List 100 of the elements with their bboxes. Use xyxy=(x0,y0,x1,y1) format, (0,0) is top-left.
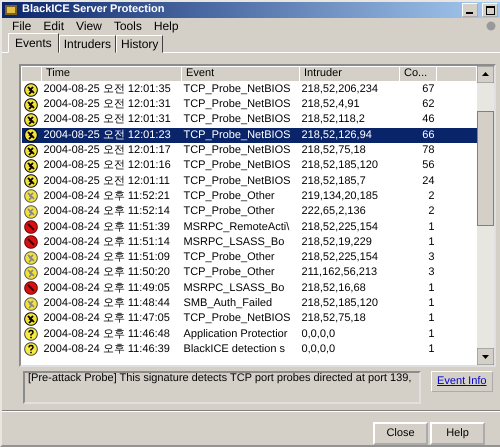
event-cell-text: TCP_Probe_Other xyxy=(182,188,276,204)
time-cell-text: 2004-08-25 오전 12:01:16 xyxy=(42,158,172,174)
count-cell-text: 1 xyxy=(427,234,436,250)
intruder-cell-text: 218,52,185,7 xyxy=(300,174,367,189)
time-cell-text: 2004-08-24 오후 11:46:39 xyxy=(42,342,171,357)
table-row[interactable]: 2004-08-25 오전 12:01:31 TCP_Probe_NetBIOS 218,52,118,2 46 xyxy=(22,112,476,128)
intruder-cell-text: 0,0,0,0 xyxy=(300,326,336,342)
column-header[interactable]: Event xyxy=(182,66,300,82)
menu-item[interactable]: File xyxy=(6,19,38,34)
table-row[interactable]: 2004-08-24 오후 11:47:05 TCP_Probe_NetBIOS 218,52,75,18 1 xyxy=(22,311,476,326)
time-cell-text: 2004-08-24 오후 11:50:20 xyxy=(42,265,171,280)
table-row[interactable]: 2004-08-25 오전 12:01:11 TCP_Probe_NetBIOS 218,52,185,7 24 xyxy=(22,173,476,189)
column-header[interactable]: Time xyxy=(42,66,182,82)
intruder-cell: 218,52,75,18 xyxy=(300,142,400,158)
event-cell-text: TCP_Probe_NetBIOS xyxy=(182,112,292,128)
app-icon xyxy=(4,3,18,18)
intruder-cell-text: 218,52,185,120 xyxy=(300,158,379,174)
table-row[interactable]: 2004-08-25 오전 12:01:31 TCP_Probe_NetBIOS 218,52,4,91 62 xyxy=(22,97,476,112)
table-row[interactable]: 2004-08-25 오전 12:01:35 TCP_Probe_NetBIOS 218,52,206,234 67 xyxy=(22,82,476,97)
menu-item[interactable]: Edit xyxy=(37,19,70,34)
time-cell-text: 2004-08-24 오후 11:51:14 xyxy=(42,234,171,250)
intruder-cell-text: 218,52,185,120 xyxy=(300,296,379,311)
tab[interactable]: History xyxy=(116,34,164,53)
intruder-cell-text: 222,65,2,136 xyxy=(300,204,367,220)
count-cell-text: 1 xyxy=(427,326,436,342)
count-cell-text: 1 xyxy=(427,296,436,311)
intruder-cell-text: 218,52,206,234 xyxy=(300,82,379,97)
time-cell-text: 2004-08-24 오후 11:52:21 xyxy=(42,188,171,204)
time-cell-text: 2004-08-24 오후 11:52:14 xyxy=(42,204,171,220)
menu-item[interactable]: Tools xyxy=(108,19,148,34)
time-cell-text: 2004-08-24 오후 11:46:48 xyxy=(42,326,171,342)
count-cell-text: 46 xyxy=(421,112,436,128)
intruder-cell-text: 218,52,75,18 xyxy=(300,311,367,326)
count-cell-text: 67 xyxy=(421,82,436,97)
table-row[interactable]: 2004-08-24 오후 11:51:39 MSRPC_RemoteActi\ 218,52,225,154 1 xyxy=(22,219,476,235)
table-row[interactable]: 2004-08-24 오후 11:46:48 Application Protectior 0,0,0,0 1 xyxy=(22,326,476,342)
time-cell: 2004-08-25 오전 12:01:23 xyxy=(42,128,182,143)
table-row[interactable]: 2004-08-24 오후 11:46:39 BlackICE detection s 0,0,0,0 1 xyxy=(22,342,476,358)
event-cell-text: TCP_Probe_Other xyxy=(182,250,276,266)
table-row[interactable]: 2004-08-24 오후 11:49:05 MSRPC_LSASS_Bo 218,52,16,68 1 xyxy=(22,280,476,296)
intruder-cell-text: 218,52,118,2 xyxy=(300,112,366,128)
count-cell-text: 1 xyxy=(427,220,436,235)
event-cell-text: TCP_Probe_NetBIOS xyxy=(182,82,292,97)
table-row[interactable]: 2004-08-25 오전 12:01:17 TCP_Probe_NetBIOS 218,52,75,18 78 xyxy=(22,142,476,158)
column-header[interactable]: Co... xyxy=(400,66,436,82)
count-cell-text: 24 xyxy=(421,174,436,189)
table-row[interactable]: 2004-08-24 오후 11:52:14 TCP_Probe_Other 222,65,2,136 2 xyxy=(22,204,476,220)
event-cell-text: SMB_Auth_Failed xyxy=(182,296,274,311)
event-cell-text: TCP_Probe_NetBIOS xyxy=(182,158,292,174)
scroll-down-button[interactable] xyxy=(477,348,494,365)
count-cell-text: 2 xyxy=(427,204,436,220)
scroll-up-button[interactable] xyxy=(477,66,494,83)
status-light-icon xyxy=(486,21,496,32)
dialog-button[interactable]: Help xyxy=(430,422,485,445)
event-cell-text: MSRPC_LSASS_Bo xyxy=(182,234,286,250)
intruder-cell-text: 0,0,0,0 xyxy=(300,342,336,357)
time-cell-text: 2004-08-25 오전 12:01:35 xyxy=(42,82,172,97)
tab[interactable]: Intruders xyxy=(58,34,116,53)
tab[interactable]: Events xyxy=(8,32,59,53)
event-cell-text: Application Protectior xyxy=(182,326,288,342)
count-cell: 66 xyxy=(400,128,436,143)
table-row[interactable]: 2004-08-24 오후 11:51:09 TCP_Probe_Other 218,52,225,154 3 xyxy=(22,250,476,266)
intruder-cell-text: 218,52,4,91 xyxy=(300,97,361,112)
menu-item[interactable]: View xyxy=(70,19,108,34)
minimize-button[interactable] xyxy=(462,3,478,18)
menu-item[interactable]: Help xyxy=(148,19,185,34)
dialog-button[interactable]: Close xyxy=(373,422,428,445)
table-row[interactable]: 2004-08-25 오전 12:01:23 TCP_Probe_NetBIOS 218,52,126,94 66 xyxy=(22,128,476,143)
time-cell-text: 2004-08-24 오후 11:51:09 xyxy=(42,250,171,266)
event-description: [Pre-attack Probe] This signature detects TCP port probes directed at port 139, xyxy=(23,371,421,404)
window-title: BlackICE Server Protection xyxy=(22,3,164,17)
intruder-cell: 218,52,126,94 xyxy=(300,128,400,143)
table-row[interactable]: 2004-08-24 오후 11:51:14 MSRPC_LSASS_Bo 218,52,19,229 1 xyxy=(22,234,476,250)
time-cell-text: 2004-08-24 오후 11:51:39 xyxy=(42,220,171,235)
table-row[interactable]: 2004-08-24 오후 11:52:21 TCP_Probe_Other 219,134,20,185 2 xyxy=(22,188,476,204)
event-info-link[interactable]: Event Info xyxy=(431,371,493,392)
count-cell-text: 62 xyxy=(421,97,436,112)
intruder-cell-text: 211,162,56,213 xyxy=(300,265,378,280)
event-cell: TCP_Probe_NetBIOS xyxy=(182,128,300,143)
intruder-cell-text: 218,52,16,68 xyxy=(300,280,367,296)
scroll-thumb[interactable] xyxy=(477,110,494,226)
event-cell: TCP_Probe_NetBIOS xyxy=(182,142,300,158)
time-cell: 2004-08-25 오전 12:01:17 xyxy=(42,142,182,158)
count-cell-text: 1 xyxy=(427,342,436,357)
count-cell-text: 1 xyxy=(427,311,436,326)
column-header[interactable]: Intruder xyxy=(300,66,400,82)
event-cell-text: TCP_Probe_Other xyxy=(182,265,276,280)
table-row[interactable]: 2004-08-25 오전 12:01:16 TCP_Probe_NetBIOS 218,52,185,120 56 xyxy=(22,158,476,174)
scrollbar[interactable] xyxy=(477,66,494,365)
table-row[interactable]: 2004-08-24 오후 11:48:44 SMB_Auth_Failed 218,52,185,120 1 xyxy=(22,296,476,312)
maximize-button[interactable] xyxy=(482,3,498,18)
table-row[interactable]: 2004-08-24 오후 11:50:20 TCP_Probe_Other 211,162,56,213 3 xyxy=(22,265,476,281)
intruder-cell-text: 219,134,20,185 xyxy=(300,188,379,204)
time-cell-text: 2004-08-25 오전 12:01:11 xyxy=(42,174,171,189)
event-cell-text: TCP_Probe_NetBIOS xyxy=(182,97,292,112)
maximize-icon xyxy=(486,6,494,15)
count-cell: 78 xyxy=(400,142,436,158)
intruder-cell-text: 218,52,225,154 xyxy=(300,220,379,235)
time-cell-text: 2004-08-24 오후 11:49:05 xyxy=(42,280,171,296)
count-cell-text: 3 xyxy=(427,265,436,280)
